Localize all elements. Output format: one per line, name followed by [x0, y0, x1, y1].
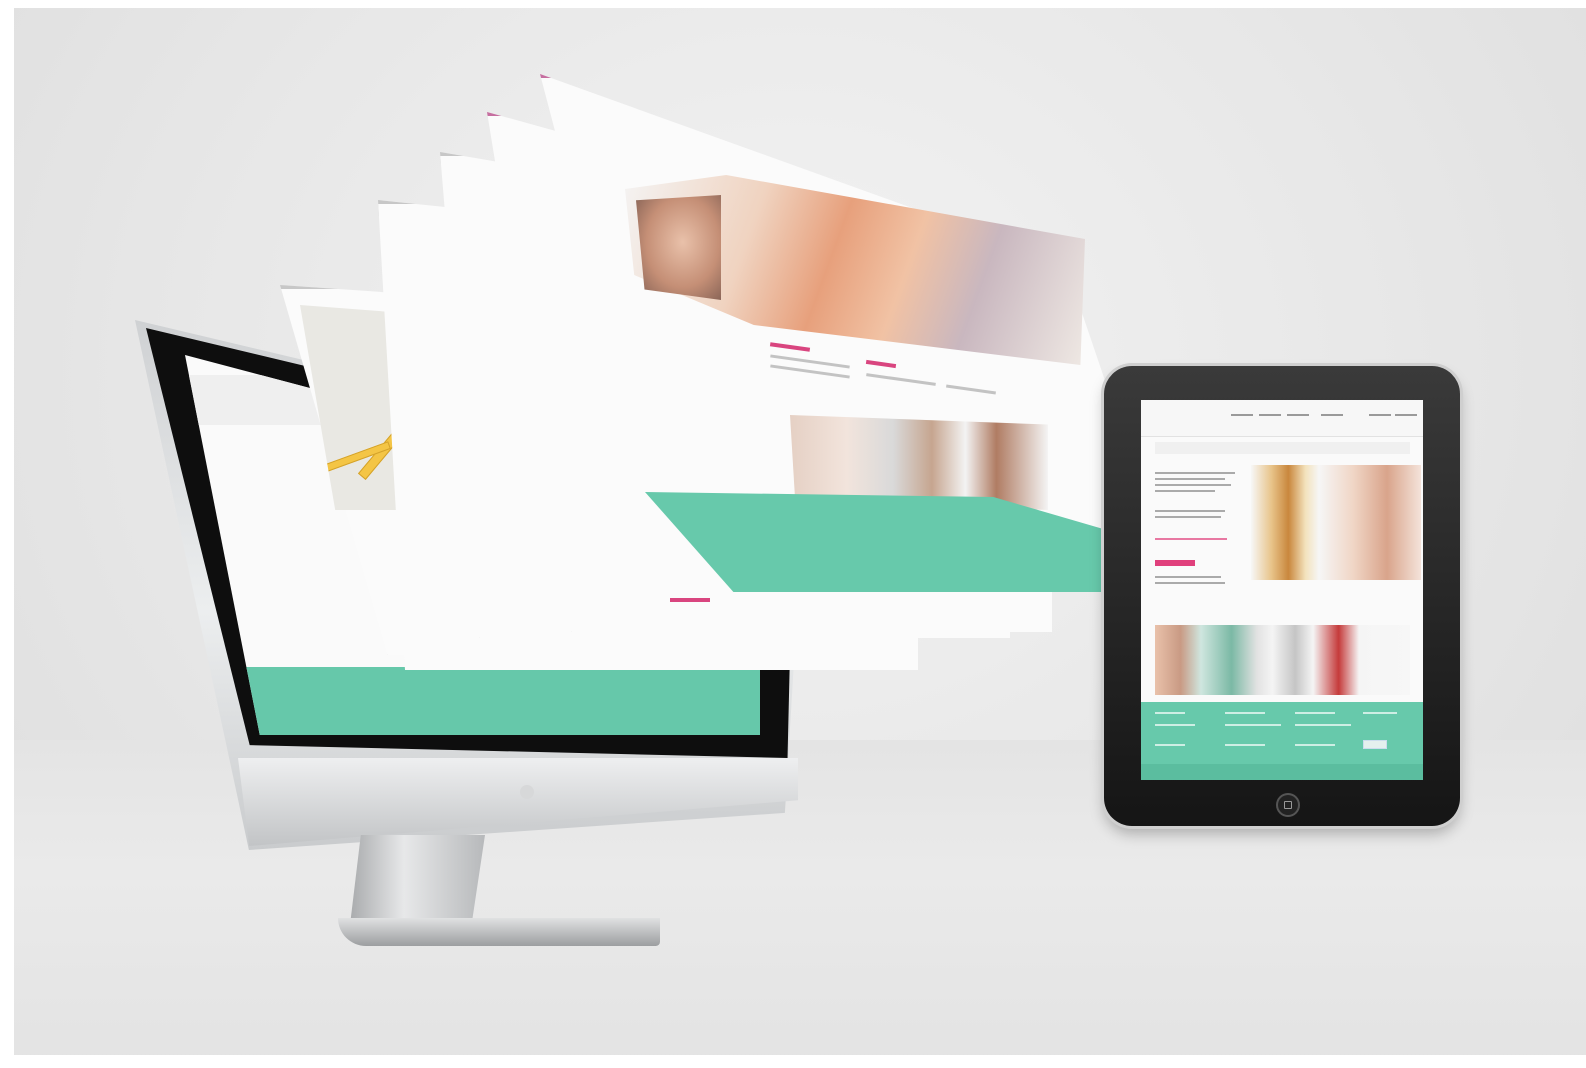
footer-text: [1225, 724, 1281, 726]
monitor-stand-neck: [350, 835, 485, 925]
footer-heading: [1225, 712, 1265, 714]
text-line: [1155, 472, 1235, 474]
footer-text: [1155, 744, 1185, 746]
monitor-stand-foot: [338, 918, 660, 946]
site-footer: [1141, 702, 1423, 764]
home-button-icon[interactable]: [1276, 793, 1300, 817]
product-image: [1251, 465, 1421, 580]
text-line: [1155, 516, 1221, 518]
nav-item[interactable]: [1395, 414, 1417, 416]
portrait-image: [636, 195, 721, 300]
monitor-screen-footer: [185, 667, 760, 735]
nav-item[interactable]: [1231, 414, 1253, 416]
nav-item[interactable]: [1259, 414, 1281, 416]
page-title-bar: [1155, 442, 1410, 454]
social-badge[interactable]: [1363, 740, 1387, 749]
footer-link[interactable]: [1225, 744, 1265, 746]
link-line[interactable]: [1155, 538, 1227, 540]
cta-button[interactable]: [1155, 560, 1195, 566]
footer-heading: [1363, 712, 1397, 714]
text-line: [1155, 576, 1221, 578]
text-line: [1155, 510, 1225, 512]
nav-item[interactable]: [1321, 414, 1343, 416]
footer-link[interactable]: [1295, 744, 1335, 746]
tablet-screen: [1141, 400, 1423, 780]
text-line: [1155, 490, 1215, 492]
frame-edge-bottom: [0, 1055, 1586, 1068]
footer-heading: [1295, 712, 1335, 714]
site-header: [1141, 400, 1423, 437]
section-heading: [670, 598, 710, 602]
footer-text: [1155, 724, 1195, 726]
text-line: [1155, 484, 1231, 486]
footer-heading: [1155, 712, 1185, 714]
site-bottom-bar: [1141, 764, 1423, 780]
text-line: [1155, 478, 1225, 480]
frame-edge-left: [0, 0, 14, 1068]
nav-item[interactable]: [1287, 414, 1309, 416]
text-line: [1155, 582, 1225, 584]
nav-item[interactable]: [1369, 414, 1391, 416]
photo-strip: [1155, 625, 1410, 695]
footer-text: [1295, 724, 1351, 726]
apple-logo-icon: [520, 785, 534, 799]
frame-edge-top: [0, 0, 1586, 8]
